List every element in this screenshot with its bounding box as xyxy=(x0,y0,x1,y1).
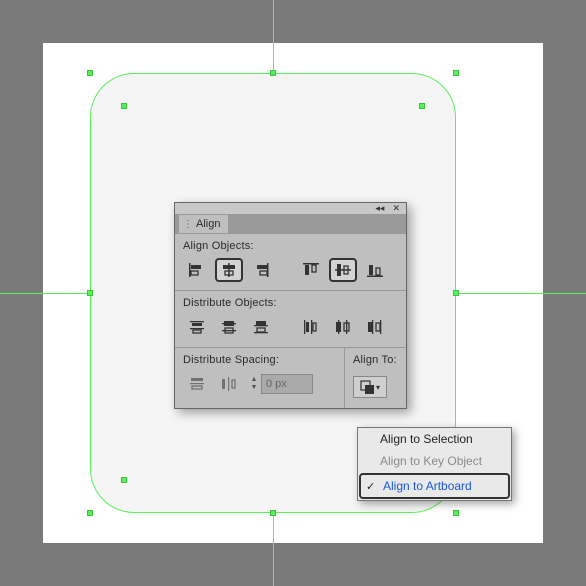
hdist-right-button[interactable] xyxy=(361,315,389,339)
section-bottom: Distribute Spacing: ▲▼ 0 px Align To: ▾ xyxy=(175,347,406,408)
selection-handle[interactable] xyxy=(270,70,276,76)
selection-handle[interactable] xyxy=(453,70,459,76)
hdist-center-button[interactable] xyxy=(329,315,357,339)
selection-handle[interactable] xyxy=(87,290,93,296)
panel-header: ◂◂ ✕ xyxy=(175,203,406,215)
section-label: Distribute Spacing: xyxy=(183,354,336,366)
section-label: Distribute Objects: xyxy=(183,297,398,309)
align-hcenter-button[interactable] xyxy=(215,258,243,282)
selection-handle[interactable] xyxy=(270,510,276,516)
selection-handle[interactable] xyxy=(453,510,459,516)
panel-tabbar: ⋮ Align xyxy=(175,215,406,233)
collapse-icon[interactable]: ◂◂ xyxy=(375,203,384,214)
section-label: Align Objects: xyxy=(183,240,398,252)
corner-radius-handle[interactable] xyxy=(121,477,127,483)
align-panel[interactable]: ◂◂ ✕ ⋮ Align Align Objects: xyxy=(174,202,407,409)
close-icon[interactable]: ✕ xyxy=(392,203,400,214)
spacing-value-input[interactable]: 0 px xyxy=(261,374,313,394)
vdist-top-button[interactable] xyxy=(183,315,211,339)
drag-grip-icon: ⋮ xyxy=(183,219,193,230)
vdist-spacing-button[interactable] xyxy=(183,372,211,396)
spacing-stepper[interactable]: ▲▼ xyxy=(247,374,261,394)
selection-handle[interactable] xyxy=(87,70,93,76)
align-bottom-button[interactable] xyxy=(361,258,389,282)
corner-radius-handle[interactable] xyxy=(419,103,425,109)
dropdown-item-artboard[interactable]: ✓ Align to Artboard xyxy=(359,473,510,499)
corner-radius-handle[interactable] xyxy=(121,103,127,109)
vdist-bottom-button[interactable] xyxy=(247,315,275,339)
align-to-dropdown-button[interactable]: ▾ xyxy=(353,376,387,398)
chevron-down-icon: ▾ xyxy=(376,383,380,392)
hdist-left-button[interactable] xyxy=(297,315,325,339)
tab-align[interactable]: ⋮ Align xyxy=(179,215,229,233)
hdist-spacing-button[interactable] xyxy=(215,372,243,396)
dropdown-item-selection[interactable]: Align to Selection xyxy=(358,428,511,450)
selection-handle[interactable] xyxy=(453,290,459,296)
dropdown-item-keyobject: Align to Key Object xyxy=(358,450,511,472)
align-vcenter-button[interactable] xyxy=(329,258,357,282)
vdist-center-button[interactable] xyxy=(215,315,243,339)
align-right-button[interactable] xyxy=(247,258,275,282)
align-top-button[interactable] xyxy=(297,258,325,282)
tab-label: Align xyxy=(196,218,220,230)
check-icon: ✓ xyxy=(366,480,375,493)
section-label: Align To: xyxy=(353,354,397,366)
align-to-dropdown-menu: Align to Selection Align to Key Object ✓… xyxy=(357,427,512,501)
align-left-button[interactable] xyxy=(183,258,211,282)
selection-handle[interactable] xyxy=(87,510,93,516)
section-align-objects: Align Objects: xyxy=(175,233,406,290)
section-distribute-objects: Distribute Objects: xyxy=(175,290,406,347)
